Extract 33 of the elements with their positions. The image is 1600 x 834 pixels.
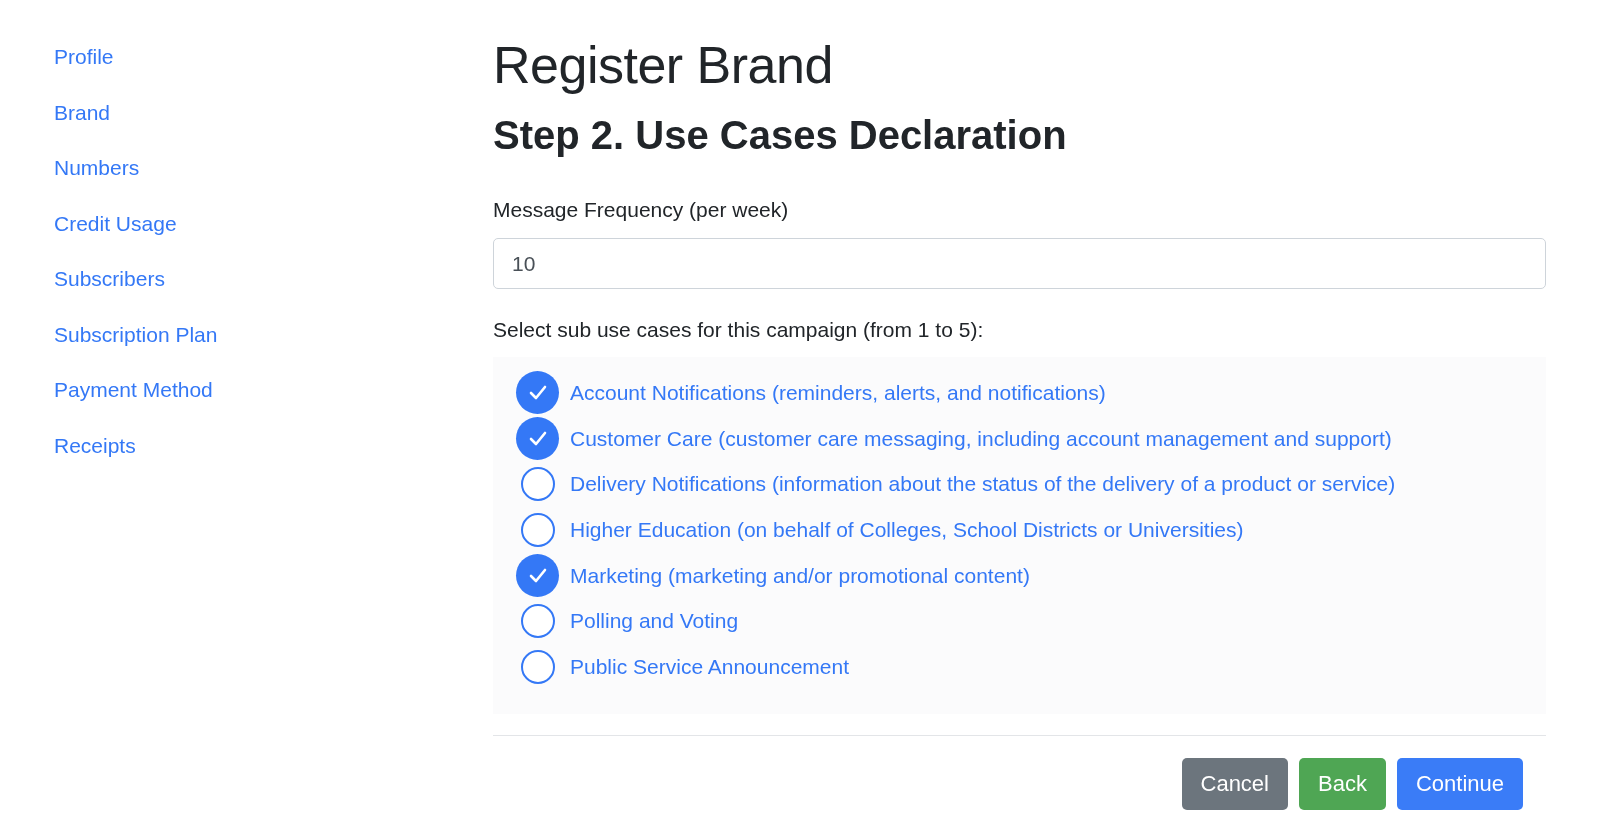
check-icon — [528, 568, 547, 584]
use-case-label[interactable]: Account Notifications (reminders, alerts, and notifications) — [570, 377, 1106, 408]
use-case-label[interactable]: Polling and Voting — [570, 606, 739, 637]
checkbox[interactable] — [516, 554, 559, 598]
use-case-label[interactable]: Marketing (marketing and/or promotional content) — [570, 560, 1030, 591]
field-label: Message Frequency (per week) — [493, 197, 789, 223]
use-case-label[interactable]: Public Service Announcement — [570, 651, 849, 682]
sidebar-link[interactable]: Brand — [54, 96, 111, 129]
success-button[interactable]: Back — [1299, 757, 1386, 810]
step-title: Step 2. Use Cases Declaration — [493, 112, 1067, 159]
checkbox[interactable] — [520, 512, 555, 547]
sidebar-link[interactable]: Receipts — [54, 429, 136, 462]
sidebar-link[interactable]: Profile — [54, 41, 114, 73]
use-case-label[interactable]: Customer Care (customer care messaging, including account management and support) — [570, 423, 1392, 454]
use-case-label[interactable]: Delivery Notifications (information about the status of the delivery of a product or service) — [570, 469, 1396, 500]
checkbox[interactable] — [516, 417, 559, 461]
checkbox[interactable] — [520, 467, 555, 502]
sidebar-link[interactable]: Numbers — [54, 152, 140, 184]
use-cases-prompt: Select sub use cases for this campaign (from 1 to 5): — [493, 317, 984, 343]
sidebar-link[interactable]: Subscribers — [54, 263, 165, 295]
use-case-label[interactable]: Higher Education (on behalf of Colleges, School Districts or Universities) — [570, 514, 1244, 545]
primary-button[interactable]: Continue — [1396, 757, 1523, 810]
checkbox[interactable] — [516, 371, 559, 415]
checkbox[interactable] — [520, 649, 555, 684]
secondary-button[interactable]: Cancel — [1181, 757, 1288, 810]
checkbox[interactable] — [520, 604, 555, 639]
frequency-input[interactable]: 10 — [493, 238, 1546, 289]
sidebar-link[interactable]: Credit Usage — [54, 207, 177, 240]
sidebar-link[interactable]: Subscription Plan — [54, 318, 218, 351]
page-title: Register Brand — [493, 35, 833, 96]
check-icon — [528, 385, 547, 401]
sidebar-link[interactable]: Payment Method — [54, 374, 213, 406]
check-icon — [528, 431, 547, 447]
